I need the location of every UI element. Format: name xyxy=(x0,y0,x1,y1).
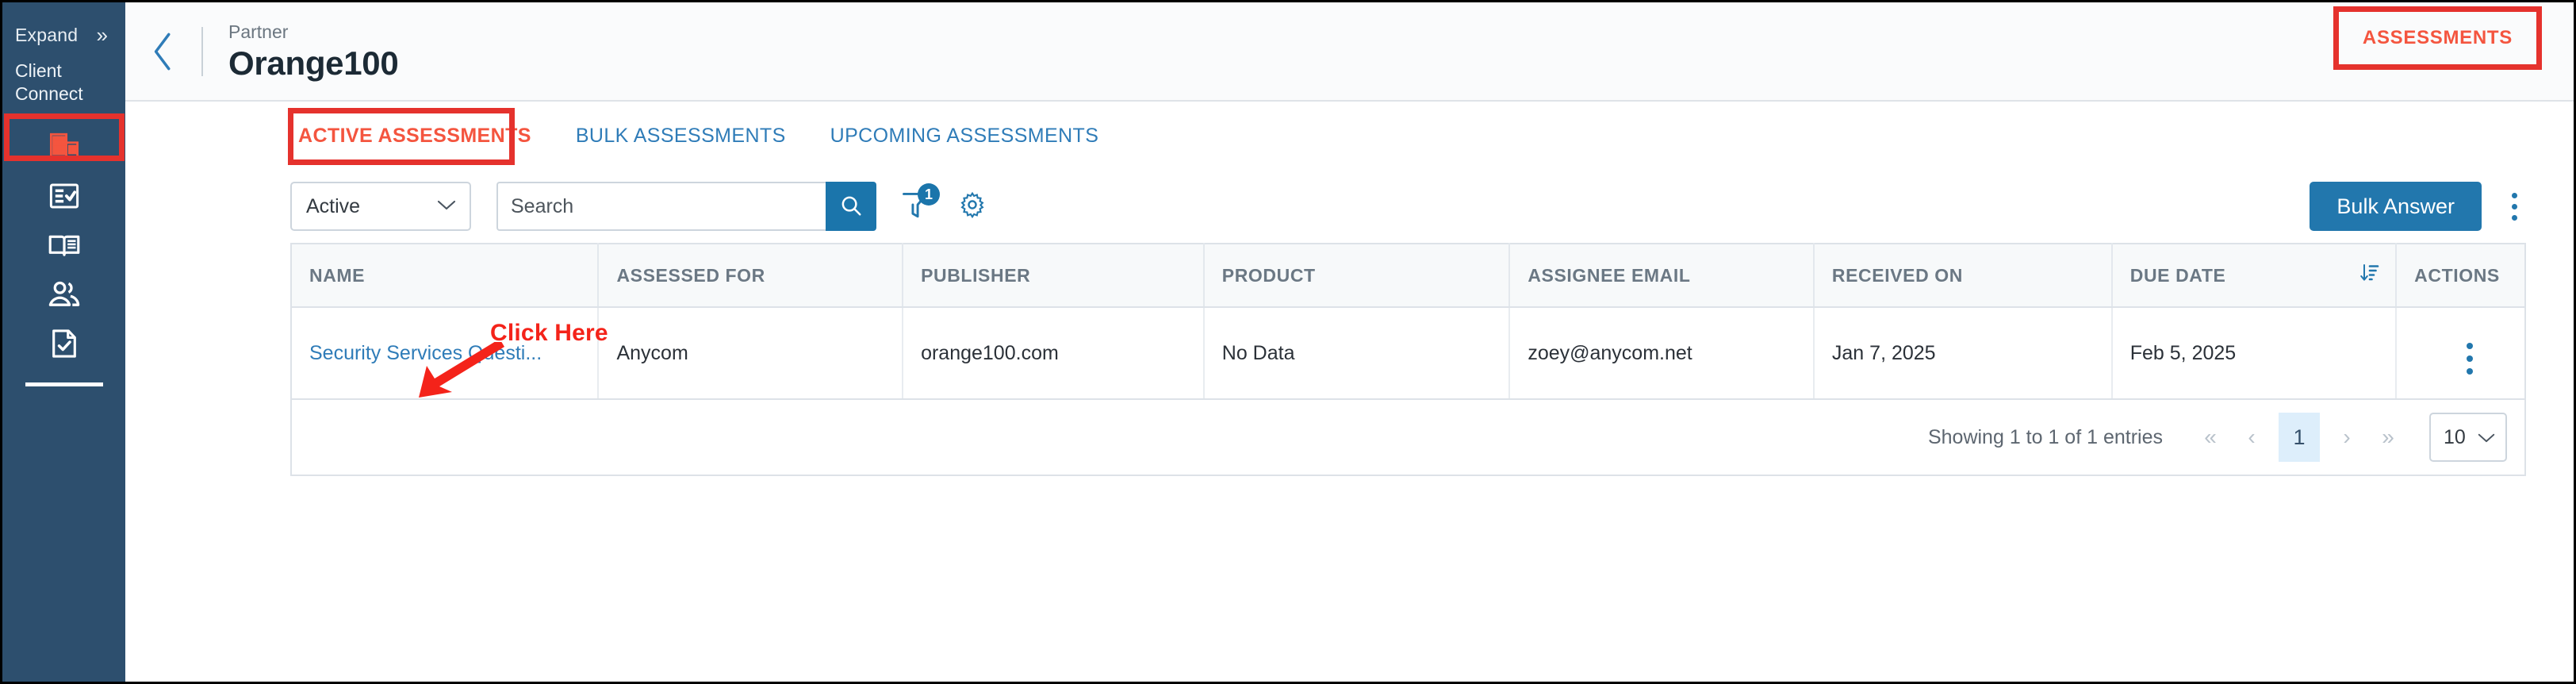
pagination-page-1[interactable]: 1 xyxy=(2279,413,2320,462)
table-header: NAME ASSESSED FOR PUBLISHER PRODUCT ASSI… xyxy=(291,244,2525,308)
assessments-table: NAME ASSESSED FOR PUBLISHER PRODUCT ASSI… xyxy=(290,243,2526,400)
document-check-icon xyxy=(48,327,81,360)
open-book-icon xyxy=(47,228,82,263)
bulk-answer-button[interactable]: Bulk Answer xyxy=(2310,182,2482,231)
status-filter-value: Active xyxy=(306,194,361,217)
column-label-assessed-for: ASSESSED FOR xyxy=(616,264,765,286)
pagination-bar: Showing 1 to 1 of 1 entries « ‹ 1 › » 10 xyxy=(290,400,2526,476)
row-actions-menu-button[interactable] xyxy=(2466,343,2473,375)
kebab-dot-3 xyxy=(2511,214,2517,221)
main-content: Partner Orange100 ASSESSMENTS ACTIVE ASS… xyxy=(125,2,2574,682)
table-header-row: NAME ASSESSED FOR PUBLISHER PRODUCT ASSI… xyxy=(291,244,2525,308)
sidebar-divider xyxy=(25,382,103,386)
chevron-down-icon xyxy=(436,198,457,215)
sidebar-item-assessments[interactable] xyxy=(2,171,125,221)
column-header-due-date[interactable]: DUE DATE xyxy=(2111,244,2398,308)
double-chevron-right-icon: » xyxy=(96,23,108,47)
assessments-table-container: NAME ASSESSED FOR PUBLISHER PRODUCT ASSI… xyxy=(125,243,2574,476)
toolbar-overflow-menu-button[interactable] xyxy=(2502,184,2526,229)
column-header-name[interactable]: NAME xyxy=(291,244,600,308)
column-header-product[interactable]: PRODUCT xyxy=(1203,244,1511,308)
brand-name: Client Connect xyxy=(2,48,125,106)
sidebar-item-reports[interactable] xyxy=(2,319,125,368)
cell-due-date: Feb 5, 2025 xyxy=(2111,307,2398,400)
tab-bulk-assessments[interactable]: BULK ASSESSMENTS xyxy=(554,125,808,148)
users-icon xyxy=(47,277,82,312)
clipboard-check-icon xyxy=(48,179,81,213)
cell-assignee-email: zoey@anycom.net xyxy=(1509,307,1815,400)
search-group xyxy=(496,182,876,231)
pagination-first-button[interactable]: « xyxy=(2190,415,2231,459)
pagination-prev-button[interactable]: ‹ xyxy=(2231,415,2272,459)
left-sidebar: Expand » Client Connect xyxy=(2,2,125,682)
sidebar-item-library[interactable] xyxy=(2,221,125,270)
status-filter-select[interactable]: Active xyxy=(290,182,471,231)
sidebar-expand-label: Expand xyxy=(15,24,79,45)
sidebar-nav xyxy=(2,122,125,368)
cell-product: No Data xyxy=(1203,307,1511,400)
column-label-received-on: RECEIVED ON xyxy=(1831,264,1963,286)
header-divider xyxy=(201,26,203,76)
cell-received-on: Jan 7, 2025 xyxy=(1813,307,2113,400)
pagination-summary: Showing 1 to 1 of 1 entries xyxy=(1927,425,2163,448)
sidebar-expand-toggle[interactable]: Expand » xyxy=(2,21,125,48)
search-input[interactable] xyxy=(496,182,826,231)
cell-name: Security Services Questi... xyxy=(291,307,600,400)
column-header-actions: ACTIONS xyxy=(2396,244,2525,308)
brand-line-2: Connect xyxy=(15,83,83,105)
assessment-name-link[interactable]: Security Services Questi... xyxy=(309,342,542,364)
breadcrumb: Partner xyxy=(228,21,289,42)
sidebar-item-companies[interactable] xyxy=(2,122,125,171)
cell-assessed-for: Anycom xyxy=(598,307,904,400)
app-window: Expand » Client Connect Partner Orange10… xyxy=(0,0,2576,684)
page-title-block: Partner Orange100 xyxy=(228,21,399,83)
column-header-publisher[interactable]: PUBLISHER xyxy=(903,244,1205,308)
column-label-assignee-email: ASSIGNEE EMAIL xyxy=(1528,264,1691,286)
table-toolbar: Active Search 1 Bulk Answer xyxy=(125,170,2574,243)
column-label-name: NAME xyxy=(309,264,366,286)
row-kebab-dot-1 xyxy=(2466,343,2473,349)
pagination-last-button[interactable]: » xyxy=(2367,415,2409,459)
page-size-value: 10 xyxy=(2444,425,2466,448)
table-body: Security Services Questi... Anycom orang… xyxy=(291,307,2525,400)
tab-upcoming-assessments[interactable]: UPCOMING ASSESSMENTS xyxy=(808,125,1121,148)
row-kebab-dot-3 xyxy=(2466,368,2473,375)
highlight-box-assessments-label: ASSESSMENTS xyxy=(2333,6,2542,70)
kebab-dot-1 xyxy=(2511,192,2517,198)
assessments-section-label: ASSESSMENTS xyxy=(2362,27,2513,48)
sidebar-item-users[interactable] xyxy=(2,270,125,319)
column-label-due-date: DUE DATE xyxy=(2129,264,2226,286)
page-header: Partner Orange100 ASSESSMENTS xyxy=(125,2,2574,102)
page-title: Orange100 xyxy=(228,44,399,83)
search-icon xyxy=(839,194,863,220)
search-button[interactable] xyxy=(826,182,876,231)
cell-actions xyxy=(2396,307,2525,400)
column-header-assessed-for[interactable]: ASSESSED FOR xyxy=(598,244,904,308)
column-label-product: PRODUCT xyxy=(1221,264,1316,286)
row-kebab-dot-2 xyxy=(2466,355,2473,362)
tab-bar: ACTIVE ASSESSMENTS BULK ASSESSMENTS UPCO… xyxy=(125,102,2574,170)
sort-descending-icon[interactable] xyxy=(2359,262,2379,289)
column-label-actions: ACTIONS xyxy=(2414,264,2500,286)
settings-button[interactable] xyxy=(954,186,991,227)
pagination-next-button[interactable]: › xyxy=(2326,415,2367,459)
cell-publisher: orange100.com xyxy=(903,307,1205,400)
gear-icon xyxy=(959,191,986,222)
building-icon xyxy=(48,130,81,163)
brand-line-1: Client xyxy=(15,60,62,81)
filter-button[interactable]: 1 xyxy=(897,183,940,227)
column-label-publisher: PUBLISHER xyxy=(921,264,1031,286)
table-row[interactable]: Security Services Questi... Anycom orang… xyxy=(291,307,2525,400)
kebab-dot-2 xyxy=(2511,203,2517,209)
back-button[interactable] xyxy=(125,30,201,73)
column-header-received-on[interactable]: RECEIVED ON xyxy=(1813,244,2113,308)
column-header-assignee-email[interactable]: ASSIGNEE EMAIL xyxy=(1509,244,1815,308)
filter-count-badge: 1 xyxy=(918,183,940,206)
chevron-left-icon xyxy=(150,30,177,73)
page-size-select[interactable]: 10 xyxy=(2429,413,2507,462)
tab-active-assessments[interactable]: ACTIVE ASSESSMENTS xyxy=(276,125,554,148)
chevron-down-icon xyxy=(2477,426,2496,449)
